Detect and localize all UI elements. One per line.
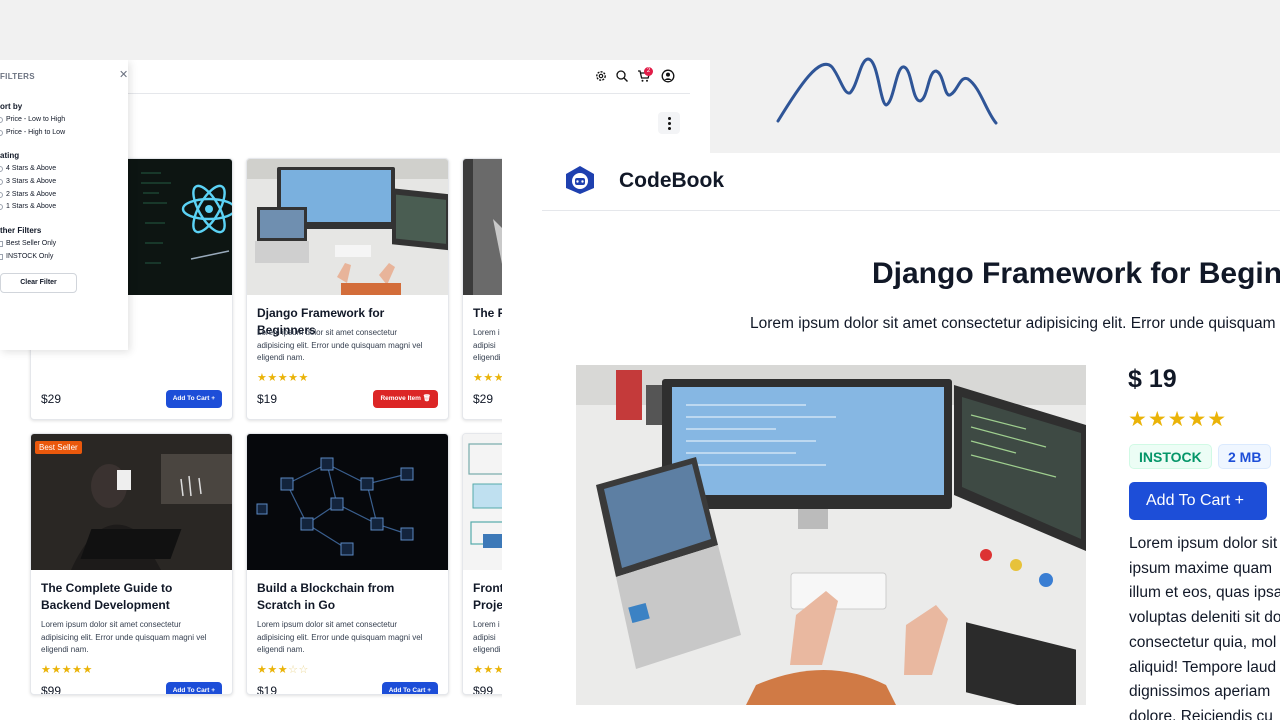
product-subtitle: Lorem ipsum dolor sit amet consectetur a…	[750, 315, 1280, 332]
radio-icon[interactable]	[0, 178, 3, 185]
radio-icon[interactable]	[0, 165, 3, 172]
desc-line: adipisicing elit. Error unde quisquam ma…	[41, 632, 207, 642]
option-label: 3 Stars & Above	[6, 178, 57, 185]
product-price: $ 19	[1128, 365, 1177, 393]
more-options-button[interactable]	[658, 112, 680, 134]
radio-icon[interactable]	[0, 203, 3, 210]
cart-count-badge: 2	[644, 67, 653, 76]
product-price: $99	[473, 684, 494, 695]
option-label: 2 Stars & Above	[6, 191, 57, 198]
product-image-backend	[31, 434, 232, 570]
product-card[interactable]: Best Seller The Complete Guide to Backen…	[30, 433, 233, 695]
option-label: Best Seller Only	[6, 240, 57, 247]
sort-option-low-high[interactable]: Price - Low to High	[0, 116, 65, 123]
hand-drawn-squiggle	[776, 57, 998, 125]
desc-line: Lorem ipsum dolor sit	[1129, 535, 1278, 552]
sort-option-high-low[interactable]: Price - High to Low	[0, 129, 65, 136]
product-image-blockchain	[247, 434, 448, 570]
product-price: $19	[257, 684, 278, 695]
product-title: The Complete Guide to Backend Developmen…	[41, 581, 173, 612]
desc-line: adipisicing elit. Error unde quisquam ma…	[257, 340, 423, 350]
desc-line: voluptas deleniti sit do	[1129, 609, 1280, 627]
clear-filter-button[interactable]: Clear Filter	[0, 273, 77, 293]
product-price: $19	[257, 392, 278, 406]
instock-badge: INSTOCK	[1129, 444, 1212, 469]
brand-name[interactable]: CodeBook	[619, 169, 724, 193]
dot-icon	[668, 127, 671, 130]
user-icon[interactable]	[661, 69, 675, 83]
rating-option-4[interactable]: 4 Stars & Above	[0, 165, 56, 172]
add-to-cart-button[interactable]: Add To Cart +	[165, 682, 222, 694]
sort-heading: ort by	[0, 102, 23, 111]
desc-line: adipisicing elit. Error unde quisquam ma…	[257, 632, 423, 642]
checkbox-icon[interactable]	[0, 240, 3, 247]
desc-line: Lorem ipsum dolor sit amet consectetur	[257, 620, 398, 629]
search-icon[interactable]	[615, 69, 629, 83]
dot-icon	[668, 117, 671, 120]
detail-header: CodeBook	[542, 153, 1280, 211]
stars-empty: ☆☆	[288, 664, 309, 676]
rating-stars: ★★★★★	[1128, 408, 1228, 431]
rating-option-1[interactable]: 1 Stars & Above	[0, 203, 56, 210]
filters-drawer: FILTERS ✕ ort by Price - Low to High Pri…	[0, 60, 128, 350]
product-title: Django Framework for Beginners	[872, 257, 1280, 290]
desc-line: Lorem ipsum dolor sit amet consectetur	[257, 328, 398, 337]
option-label: 1 Stars & Above	[6, 203, 57, 210]
product-description: Lorem ipsum dolor sit amet consectetur a…	[257, 619, 436, 657]
desc-line: eligendi nam.	[257, 645, 305, 654]
close-icon[interactable]: ✕	[119, 68, 128, 81]
add-to-cart-button[interactable]: Add To Cart +	[381, 682, 438, 694]
best-seller-checkbox[interactable]: Best Seller Only	[0, 240, 56, 247]
rating-option-2[interactable]: 2 Stars & Above	[0, 191, 56, 198]
radio-icon[interactable]	[0, 129, 3, 136]
desc-line: ipsum maxime quam	[1129, 559, 1272, 577]
product-card[interactable]: Build a Blockchain from Scratch in Go Lo…	[246, 433, 449, 695]
product-image	[576, 365, 1086, 705]
desc-line: aliquid! Tempore laud	[1129, 658, 1277, 676]
desc-line: eligendi nam.	[41, 645, 89, 654]
desc-line: illum et eos, quas ipsa	[1129, 584, 1280, 602]
desc-line: eligendi nam.	[257, 353, 305, 362]
desc-line: dignissimos aperiam	[1129, 683, 1271, 701]
checkbox-icon[interactable]	[0, 253, 3, 260]
product-image-django	[247, 159, 448, 295]
option-label: 4 Stars & Above	[6, 165, 57, 172]
desc-line: consectetur quia, mol	[1129, 633, 1277, 651]
product-description: Lorem ipsum dolor sit amet consectetur a…	[41, 619, 220, 657]
desc-line: dolore. Reiciendis cu	[1129, 707, 1273, 720]
option-label: Price - Low to High	[6, 116, 66, 123]
rating-stars: ★★★★★	[257, 372, 309, 384]
add-to-cart-button[interactable]: Add To Cart +	[1129, 482, 1267, 520]
product-price: $29	[473, 392, 494, 406]
product-detail-panel: CodeBook Django Framework for Beginners …	[502, 153, 1280, 720]
desc-line: Lorem ipsum dolor sit amet consectetur	[41, 620, 182, 629]
product-title: Build a Blockchain from Scratch in Go	[257, 581, 395, 612]
radio-icon[interactable]	[0, 191, 3, 198]
product-price: $29	[41, 392, 62, 406]
option-label: Price - High to Low	[6, 129, 66, 136]
other-filters-heading: ther Filters	[0, 226, 42, 235]
product-long-description: Lorem ipsum dolor sit ipsum maxime quam …	[1129, 532, 1280, 720]
filters-title: FILTERS	[0, 72, 35, 81]
add-to-cart-button[interactable]: Add To Cart +	[165, 390, 222, 408]
rating-stars: ★★★★★	[41, 664, 93, 676]
instock-checkbox[interactable]: INSTOCK Only	[0, 253, 53, 260]
codebook-logo-icon[interactable]	[564, 165, 596, 195]
gear-icon[interactable]	[594, 69, 608, 83]
product-card[interactable]: Django Framework for Beginners Lorem ips…	[246, 158, 449, 420]
rating-stars: ★★★☆☆	[257, 663, 309, 676]
stars-filled: ★★★	[257, 664, 289, 676]
rating-heading: ating	[0, 151, 20, 160]
best-seller-badge: Best Seller	[35, 441, 82, 454]
dot-icon	[668, 122, 671, 125]
option-label: INSTOCK Only	[6, 253, 54, 260]
product-description: Lorem ipsum dolor sit amet consectetur a…	[257, 327, 436, 365]
radio-icon[interactable]	[0, 116, 3, 123]
rating-stars: ★★★	[473, 664, 505, 676]
product-price: $99	[41, 684, 62, 695]
rating-stars: ★★★	[473, 372, 505, 384]
file-size-badge: 2 MB	[1218, 444, 1272, 469]
remove-item-button[interactable]: Remove Item 🗑	[373, 390, 438, 408]
rating-option-3[interactable]: 3 Stars & Above	[0, 178, 56, 185]
